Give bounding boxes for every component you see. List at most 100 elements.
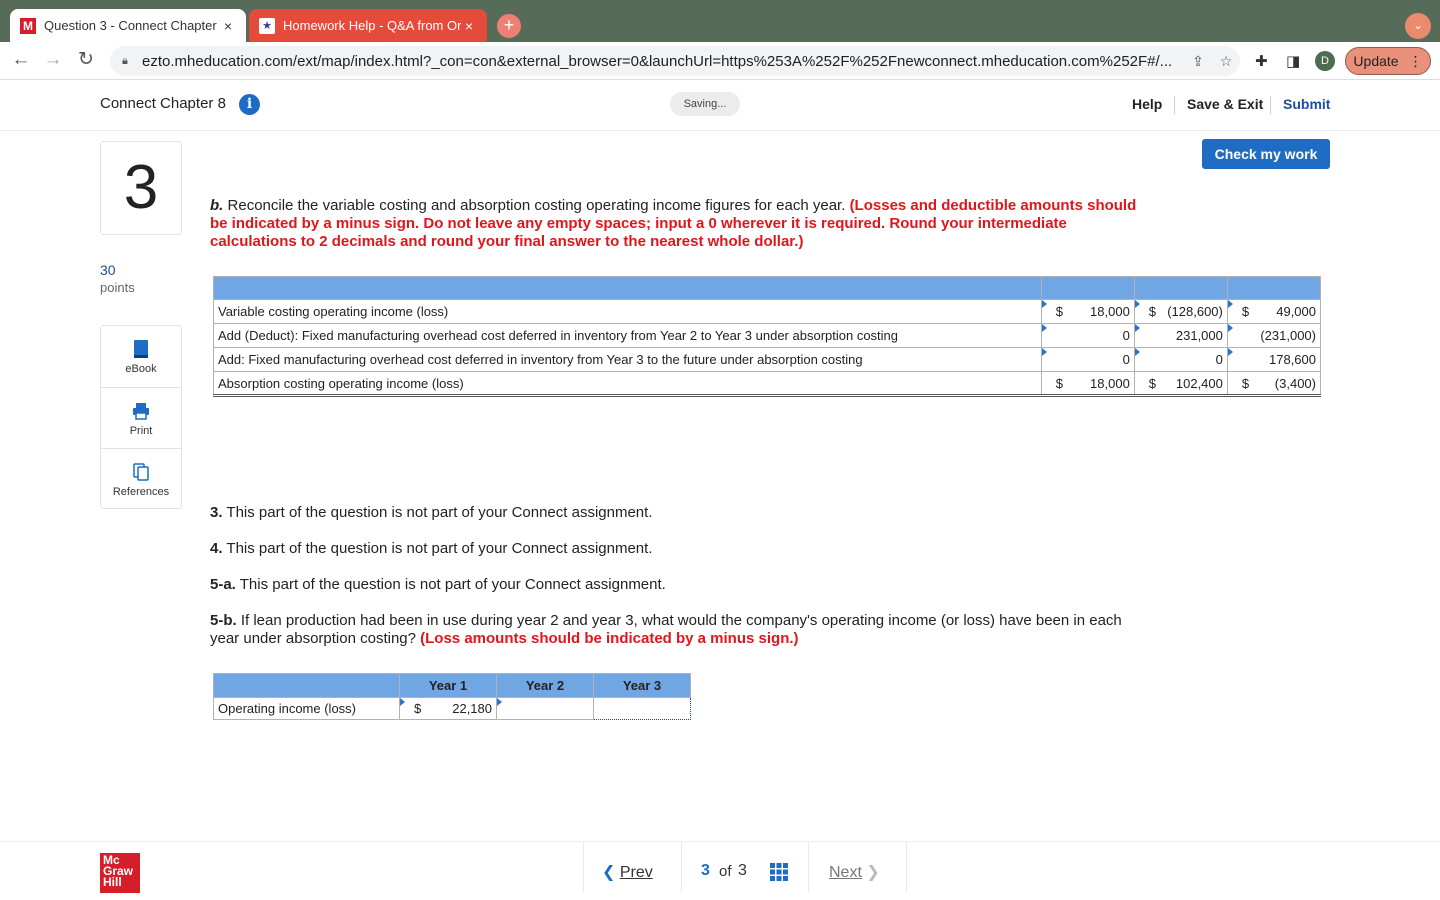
answer-cell[interactable]: 0 bbox=[1040, 323, 1135, 348]
back-arrow-icon[interactable]: ← bbox=[10, 50, 32, 72]
update-button[interactable]: Update ⋮ bbox=[1345, 47, 1431, 75]
profile-avatar[interactable]: D bbox=[1315, 51, 1335, 71]
currency-symbol: $ bbox=[1055, 304, 1063, 319]
assignment-header: Connect Chapter 8 i Saving... Help Save … bbox=[0, 80, 1440, 131]
saving-status-badge: Saving... bbox=[670, 92, 740, 116]
current-question: 3 bbox=[701, 862, 710, 879]
row-label: Absorption costing operating income (los… bbox=[213, 371, 1042, 397]
question-selector[interactable]: 3 of 3 bbox=[681, 842, 809, 892]
table-row: Add (Deduct): Fixed manufacturing overhe… bbox=[213, 323, 1322, 348]
part-label: 5-b. bbox=[210, 612, 237, 629]
part-label: 4. bbox=[210, 540, 223, 557]
part-text: This part of the question is not part of… bbox=[239, 576, 666, 593]
part-3-note: 3. This part of the question is not part… bbox=[210, 504, 653, 522]
flag-marker bbox=[1134, 348, 1140, 356]
prev-button[interactable]: ❮ Prev bbox=[602, 862, 653, 882]
table-row: Variable costing operating income (loss)… bbox=[213, 299, 1322, 324]
part-text: Reconcile the variable costing and absor… bbox=[227, 197, 846, 214]
address-bar[interactable]: 🔒︎ ezto.mheducation.com/ext/map/index.ht… bbox=[110, 46, 1240, 76]
next-button[interactable]: Next ❯ bbox=[829, 862, 880, 882]
check-my-work-button[interactable]: Check my work bbox=[1202, 139, 1330, 169]
year-3-input[interactable] bbox=[593, 697, 691, 720]
references-button[interactable]: References bbox=[101, 448, 181, 509]
table-header-cell bbox=[213, 673, 400, 698]
total-cell: $18,000 bbox=[1040, 371, 1135, 397]
flag-marker bbox=[400, 698, 405, 706]
forward-arrow-icon[interactable]: → bbox=[42, 50, 64, 72]
flag-marker bbox=[497, 698, 502, 706]
question-pager: ❮ Prev 3 of 3 Next ❯ bbox=[583, 842, 907, 892]
side-panel-icon[interactable]: ◨ bbox=[1286, 52, 1300, 70]
row-label: Operating income (loss) bbox=[213, 697, 400, 720]
answer-cell[interactable]: $ (128,600) bbox=[1133, 299, 1228, 324]
submit-link[interactable]: Submit bbox=[1283, 96, 1330, 112]
points-value: 30 bbox=[100, 262, 116, 278]
tool-label: References bbox=[112, 486, 170, 498]
browser-tab-connect[interactable]: M Question 3 - Connect Chapter × bbox=[10, 9, 246, 42]
chevron-left-icon: ❮ bbox=[602, 864, 616, 881]
print-icon bbox=[133, 403, 149, 420]
cell-value: 102,400 bbox=[1175, 375, 1223, 391]
total-questions: 3 bbox=[738, 862, 747, 879]
currency-symbol bbox=[1139, 352, 1149, 367]
cell-value: 0 bbox=[1122, 352, 1130, 367]
part-5a-note: 5-a. This part of the question is not pa… bbox=[210, 576, 666, 594]
flag-marker bbox=[1134, 324, 1140, 332]
logo-text: Hill bbox=[103, 875, 122, 889]
table-row: Add: Fixed manufacturing overhead cost d… bbox=[213, 347, 1322, 372]
cell-value: 18,000 bbox=[1090, 375, 1130, 391]
flag-marker bbox=[1041, 348, 1047, 356]
currency-symbol bbox=[1046, 352, 1056, 367]
cell-value: (231,000) bbox=[1260, 328, 1316, 343]
part-b-prompt: b. Reconcile the variable costing and ab… bbox=[210, 197, 1140, 251]
reload-icon[interactable]: ↻ bbox=[75, 50, 97, 72]
save-exit-link[interactable]: Save & Exit bbox=[1187, 96, 1263, 112]
year-2-input[interactable] bbox=[496, 697, 594, 720]
question-number: 3 bbox=[100, 141, 182, 235]
answer-cell[interactable]: 231,000 bbox=[1133, 323, 1228, 348]
currency-symbol: $ bbox=[1148, 375, 1157, 391]
divider bbox=[1174, 96, 1175, 114]
currency-symbol bbox=[1232, 352, 1242, 367]
part-text: This part of the question is not part of… bbox=[226, 540, 653, 557]
currency-symbol: $ bbox=[1241, 375, 1250, 391]
browser-tab-homework-help[interactable]: ★ Homework Help - Q&A from Or × bbox=[249, 9, 487, 42]
table-row: Operating income (loss) $22,180 bbox=[213, 697, 691, 720]
answer-cell[interactable]: 0 bbox=[1133, 347, 1228, 372]
answer-cell[interactable]: 0 bbox=[1040, 347, 1135, 372]
cell-value: 49,000 bbox=[1276, 304, 1316, 319]
share-icon[interactable]: ⇪ bbox=[1184, 53, 1212, 70]
table-header-row: Year 1 Year 2 Year 3 bbox=[213, 673, 691, 698]
assignment-title: Connect Chapter 8 bbox=[100, 95, 226, 112]
tool-label: Print bbox=[129, 425, 153, 437]
references-icon bbox=[133, 463, 149, 481]
answer-cell[interactable]: 178,600 bbox=[1226, 347, 1322, 372]
column-header-year-3: Year 3 bbox=[593, 673, 691, 698]
row-label: Add (Deduct): Fixed manufacturing overhe… bbox=[213, 323, 1042, 348]
bookmark-star-icon[interactable]: ☆ bbox=[1212, 53, 1240, 70]
new-tab-button[interactable]: + bbox=[497, 14, 521, 38]
table-row: Absorption costing operating income (los… bbox=[213, 371, 1322, 397]
flag-marker bbox=[1041, 324, 1047, 332]
extensions-puzzle-icon[interactable]: ✚ bbox=[1255, 52, 1268, 70]
help-link[interactable]: Help bbox=[1132, 96, 1162, 112]
answer-cell[interactable]: (231,000) bbox=[1226, 323, 1322, 348]
ebook-button[interactable]: eBook bbox=[101, 326, 181, 387]
tab-search-chevron-icon[interactable]: ⌄ bbox=[1405, 13, 1431, 39]
close-tab-icon[interactable]: × bbox=[220, 18, 236, 34]
table-header-cell bbox=[1133, 276, 1228, 300]
star-favicon-icon: ★ bbox=[259, 17, 275, 34]
info-icon[interactable]: i bbox=[239, 94, 260, 115]
currency-symbol: $ bbox=[1241, 304, 1250, 319]
lock-icon: 🔒︎ bbox=[122, 54, 128, 67]
answer-cell[interactable]: $49,000 bbox=[1226, 299, 1322, 324]
close-tab-icon[interactable]: × bbox=[461, 18, 477, 34]
year-1-input[interactable]: $22,180 bbox=[399, 697, 497, 720]
currency-symbol: $ bbox=[414, 701, 422, 716]
print-button[interactable]: Print bbox=[101, 387, 181, 448]
answer-cell[interactable]: $18,000 bbox=[1040, 299, 1135, 324]
part-instructions: (Loss amounts should be indicated by a m… bbox=[420, 630, 799, 647]
book-icon bbox=[134, 340, 148, 358]
total-cell: $102,400 bbox=[1133, 371, 1228, 397]
row-label: Add: Fixed manufacturing overhead cost d… bbox=[213, 347, 1042, 372]
